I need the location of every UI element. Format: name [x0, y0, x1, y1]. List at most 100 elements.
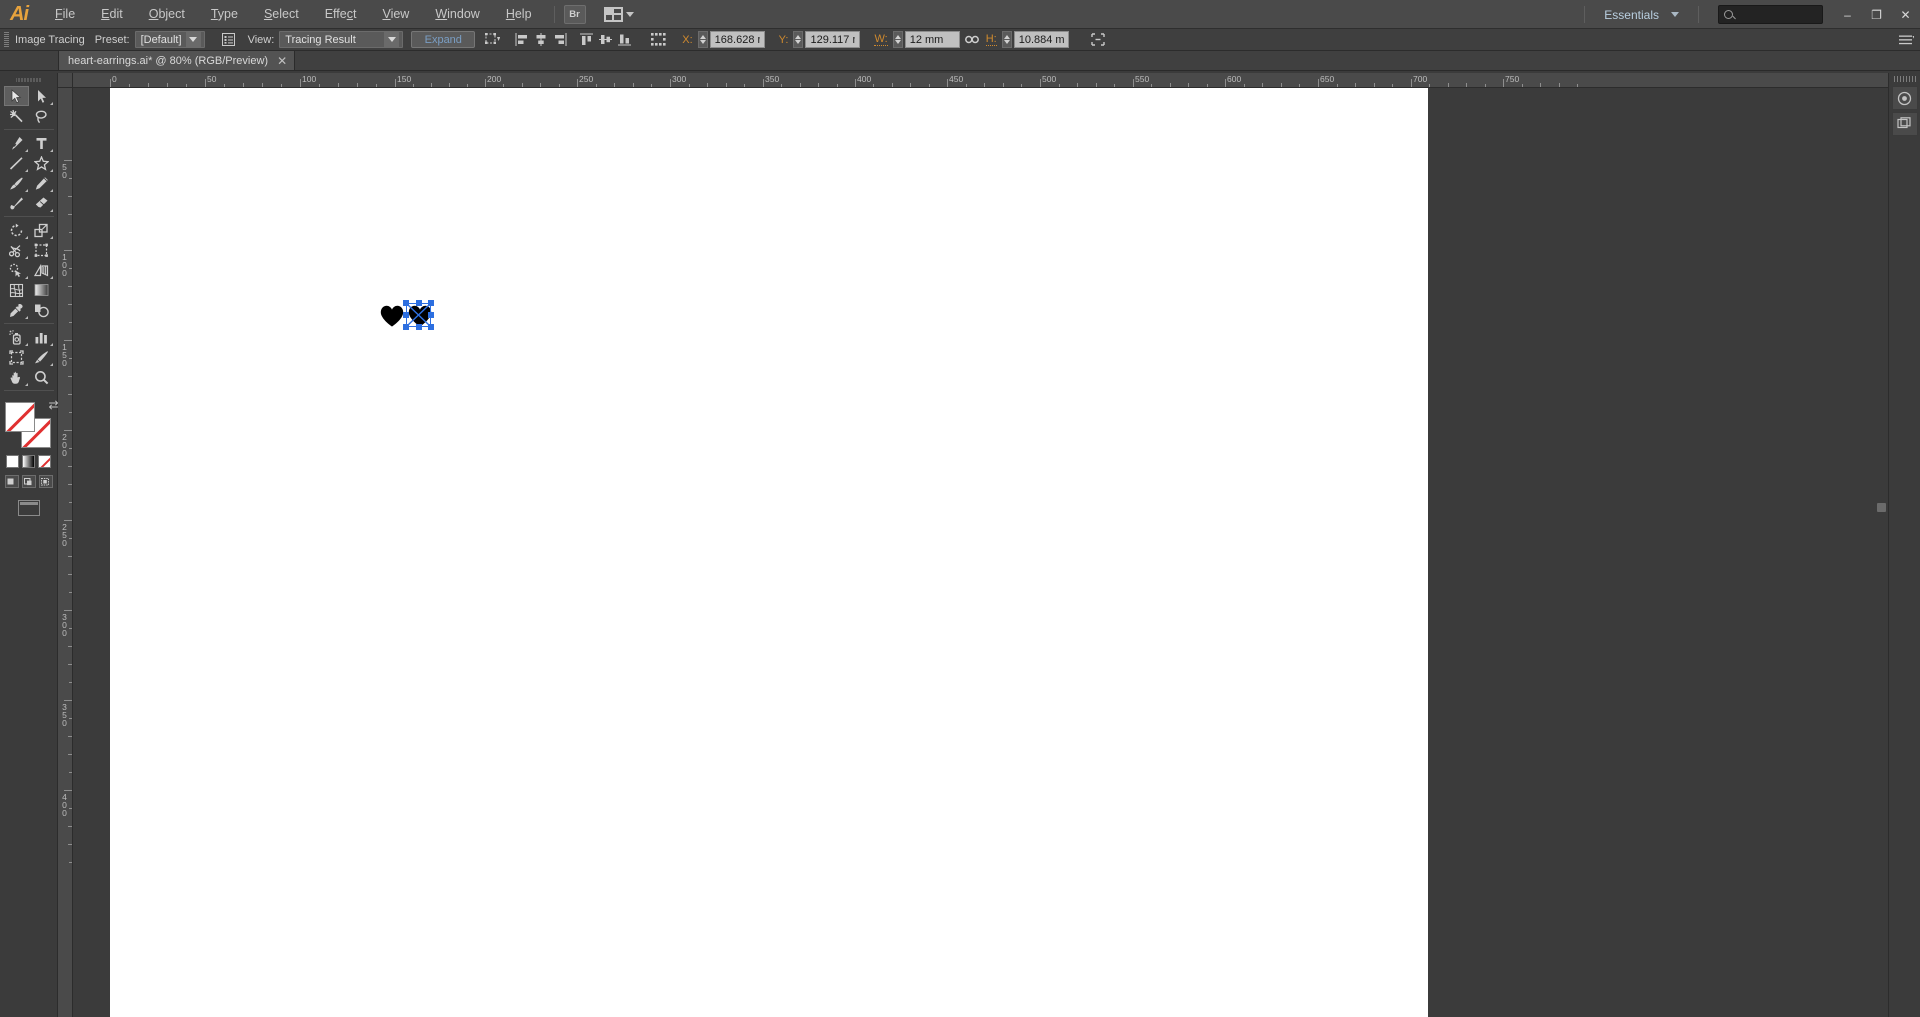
search-adobe-stock-box[interactable]	[1718, 5, 1823, 24]
h-spinner[interactable]	[1001, 31, 1012, 48]
x-position-field[interactable]: X:	[682, 31, 765, 48]
isolate-selected-button[interactable]	[648, 31, 670, 49]
draw-normal-button[interactable]	[4, 475, 19, 488]
gradient-tool[interactable]	[29, 280, 54, 300]
scale-tool[interactable]	[29, 220, 54, 240]
none-button[interactable]	[38, 455, 51, 468]
x-spinner[interactable]	[697, 31, 708, 48]
control-bar-menu[interactable]	[1899, 34, 1914, 46]
close-icon[interactable]: ✕	[277, 55, 287, 67]
selection-bounding-box[interactable]	[403, 300, 434, 330]
width-tool[interactable]	[4, 240, 29, 260]
height-field[interactable]: H:	[985, 31, 1069, 48]
h-input[interactable]	[1013, 31, 1069, 48]
draw-inside-button[interactable]	[38, 475, 53, 488]
color-panel-button[interactable]	[1891, 86, 1918, 110]
selection-tool[interactable]	[3, 86, 29, 106]
align-center-horizontal-button[interactable]	[531, 31, 550, 49]
align-top-button[interactable]	[577, 31, 596, 49]
y-spinner[interactable]	[793, 31, 804, 48]
artboard-tool[interactable]	[4, 347, 29, 367]
heart-shape-original[interactable]	[380, 305, 404, 327]
type-tool[interactable]	[29, 133, 54, 153]
pen-tool[interactable]	[4, 133, 29, 153]
shape-tool[interactable]	[29, 153, 54, 173]
color-button[interactable]	[6, 455, 19, 468]
width-field[interactable]: W:	[874, 31, 960, 48]
blend-tool[interactable]	[29, 300, 54, 320]
paintbrush-tool[interactable]	[4, 173, 29, 193]
selection-handle-w[interactable]	[403, 312, 409, 318]
align-to-selection-button[interactable]	[1089, 31, 1108, 49]
y-position-field[interactable]: Y:	[779, 31, 861, 48]
selection-handle-s[interactable]	[415, 324, 422, 330]
vertical-ruler[interactable]: 50 100 150 200 250 300 350 400	[58, 88, 73, 1017]
constrain-proportions-button[interactable]	[963, 31, 983, 49]
w-input[interactable]	[904, 31, 960, 48]
shape-builder-tool[interactable]	[4, 260, 29, 280]
align-right-button[interactable]	[550, 31, 569, 49]
menu-select[interactable]: Select	[251, 1, 312, 27]
y-input[interactable]	[805, 31, 861, 48]
perspective-grid-tool[interactable]	[29, 260, 54, 280]
artboard[interactable]	[110, 84, 1428, 1017]
column-graph-tool[interactable]	[29, 327, 54, 347]
ruler-corner[interactable]	[58, 73, 73, 88]
direct-selection-tool[interactable]	[29, 86, 54, 106]
selection-handle-n[interactable]	[415, 300, 422, 306]
menu-file[interactable]: File	[42, 1, 88, 27]
search-input[interactable]	[1737, 8, 1817, 21]
canvas-area[interactable]: 0 50 100 150 200 250 300 350 400 450 500 550 600 650 7…	[58, 73, 1888, 1017]
menu-edit[interactable]: Edit	[88, 1, 136, 27]
align-bottom-button[interactable]	[615, 31, 634, 49]
menu-view[interactable]: View	[369, 1, 422, 27]
restore-button[interactable]: ❐	[1862, 0, 1891, 29]
change-screen-mode-button[interactable]	[17, 500, 40, 516]
eyedropper-tool[interactable]	[4, 300, 29, 320]
preset-caret[interactable]	[185, 32, 201, 47]
w-spinner[interactable]	[892, 31, 903, 48]
vertical-scroll-thumb[interactable]	[1877, 503, 1886, 512]
fill-swatch[interactable]	[4, 402, 35, 432]
blob-brush-tool[interactable]	[4, 193, 29, 213]
draw-behind-button[interactable]	[21, 475, 36, 488]
selection-handle-e[interactable]	[428, 312, 434, 318]
expand-button[interactable]: Expand	[411, 31, 476, 48]
view-caret[interactable]	[384, 32, 400, 47]
free-transform-tool[interactable]	[29, 240, 54, 260]
selection-handle-ne[interactable]	[428, 300, 434, 306]
document-tab[interactable]: heart-earrings.ai* @ 80% (RGB/Preview) ✕	[58, 50, 296, 70]
transform-reference-button[interactable]	[483, 31, 502, 49]
zoom-tool[interactable]	[29, 367, 54, 387]
view-dropdown[interactable]: Tracing Result	[279, 31, 404, 48]
arrange-documents-button[interactable]	[602, 5, 636, 24]
menu-help[interactable]: Help	[493, 1, 545, 27]
menu-type[interactable]: Type	[198, 1, 251, 27]
gradient-button[interactable]	[22, 455, 35, 468]
selection-handle-se[interactable]	[428, 324, 434, 330]
rotate-tool[interactable]	[4, 220, 29, 240]
close-button[interactable]: ✕	[1891, 0, 1920, 29]
menu-effect[interactable]: Effect	[312, 1, 370, 27]
magic-wand-tool[interactable]	[4, 106, 29, 126]
line-segment-tool[interactable]	[4, 153, 29, 173]
mesh-tool[interactable]	[4, 280, 29, 300]
slice-tool[interactable]	[29, 347, 54, 367]
align-middle-vertical-button[interactable]	[596, 31, 615, 49]
control-bar-grip[interactable]	[4, 31, 9, 48]
selection-handle-sw[interactable]	[403, 324, 409, 330]
tracing-options-button[interactable]	[219, 31, 238, 49]
symbol-sprayer-tool[interactable]	[4, 327, 29, 347]
horizontal-ruler[interactable]: 0 50 100 150 200 250 300 350 400 450 500 550 600 650 7…	[73, 73, 1888, 88]
menu-object[interactable]: Object	[136, 1, 198, 27]
workspace-switcher[interactable]: Essentials	[1594, 4, 1689, 26]
minimize-button[interactable]: –	[1833, 0, 1862, 29]
swap-fill-stroke-icon[interactable]: ⇄	[48, 398, 58, 412]
tools-panel-grip[interactable]	[15, 76, 42, 83]
right-panel-grip[interactable]	[1893, 76, 1916, 82]
hand-tool[interactable]	[4, 367, 29, 387]
lasso-tool[interactable]	[29, 106, 54, 126]
pencil-tool[interactable]	[29, 173, 54, 193]
align-left-button[interactable]	[512, 31, 531, 49]
bridge-button[interactable]: Br	[563, 4, 586, 24]
